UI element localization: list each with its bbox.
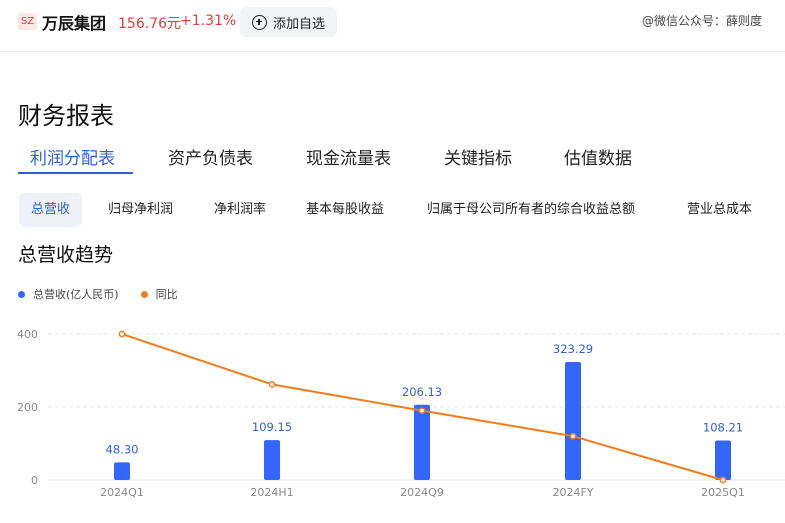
legend-yoy-swatch <box>140 290 148 298</box>
bar <box>114 462 130 480</box>
metric-tabs: 总营收 归母净利润 净利润率 基本每股收益 归属于母公司所有者的综合收益总额 营… <box>0 193 785 227</box>
yoy-point <box>569 432 577 440</box>
revenue-chart: 0 200 400 48.30 109.15 206.13 323.29 108.21 2024… <box>17 328 785 499</box>
x-tick-label: 2024Q1 <box>100 486 144 499</box>
active-tab-indicator <box>18 172 133 174</box>
metric-tab-comprehensive-income[interactable]: 归属于母公司所有者的综合收益总额 <box>427 193 635 227</box>
bar-value-label: 323.29 <box>553 342 593 356</box>
tab-valuation[interactable]: 估值数据 <box>564 144 632 169</box>
legend-item-revenue[interactable]: 总营收(亿人民币) <box>18 286 119 302</box>
metric-tab-total-cost[interactable]: 营业总成本 <box>687 193 752 227</box>
bar <box>264 440 280 480</box>
y-tick-label: 400 <box>17 328 38 341</box>
stock-change: +1.31% <box>180 13 237 29</box>
legend-yoy-label: 同比 <box>155 288 178 301</box>
bar-value-label: 48.30 <box>106 442 139 456</box>
y-tick-label: 0 <box>31 474 38 487</box>
yoy-point <box>118 330 126 338</box>
add-watchlist-button[interactable]: 添加自选 <box>240 7 338 37</box>
y-tick-label: 200 <box>17 401 38 414</box>
bar <box>715 440 731 480</box>
watermark: @微信公众号：薛则度 <box>642 14 763 28</box>
main-tabs: 利润分配表 资产负债表 现金流量表 关键指标 估值数据 <box>0 140 785 176</box>
bar <box>565 361 581 480</box>
chart-title: 总营收趋势 <box>18 244 114 266</box>
yoy-point <box>418 407 426 415</box>
bar-value-label: 109.15 <box>252 420 292 434</box>
x-tick-label: 2025Q1 <box>701 486 745 499</box>
x-tick-label: 2024Q9 <box>400 486 444 499</box>
tab-balance-sheet[interactable]: 资产负债表 <box>168 144 253 169</box>
metric-tab-net-profit[interactable]: 归母净利润 <box>108 193 173 227</box>
tab-cash-flow[interactable]: 现金流量表 <box>306 144 391 169</box>
metric-tab-revenue[interactable]: 总营收 <box>19 193 83 227</box>
yoy-point <box>268 381 276 388</box>
legend-item-yoy[interactable]: 同比 <box>140 286 178 302</box>
tab-income-statement[interactable]: 利润分配表 <box>30 144 115 169</box>
legend-revenue-swatch <box>18 290 25 298</box>
x-tick-label: 2024FY <box>552 486 593 499</box>
yoy-point <box>719 476 727 484</box>
market-badge: SZ <box>18 13 37 30</box>
metric-tab-net-margin[interactable]: 净利润率 <box>214 193 266 227</box>
section-title: 财务报表 <box>18 102 114 130</box>
stock-header: SZ 万辰集团 156.76元 +1.31% 添加自选 @微信公众号：薛则度 <box>0 0 785 52</box>
add-watchlist-label: 添加自选 <box>273 16 326 32</box>
bar-value-label: 108.21 <box>703 421 743 435</box>
chart-legend: 总营收(亿人民币) 同比 <box>18 286 200 302</box>
plus-circle-icon <box>252 14 267 30</box>
legend-revenue-label: 总营收(亿人民币) <box>33 288 119 301</box>
bar <box>414 404 430 480</box>
stock-name: 万辰集团 <box>42 14 107 33</box>
metric-tab-eps[interactable]: 基本每股收益 <box>306 193 384 227</box>
x-tick-label: 2024H1 <box>250 486 293 499</box>
stock-price: 156.76元 <box>118 16 181 32</box>
tab-key-metrics[interactable]: 关键指标 <box>444 144 512 169</box>
bar-value-label: 206.13 <box>402 385 442 399</box>
